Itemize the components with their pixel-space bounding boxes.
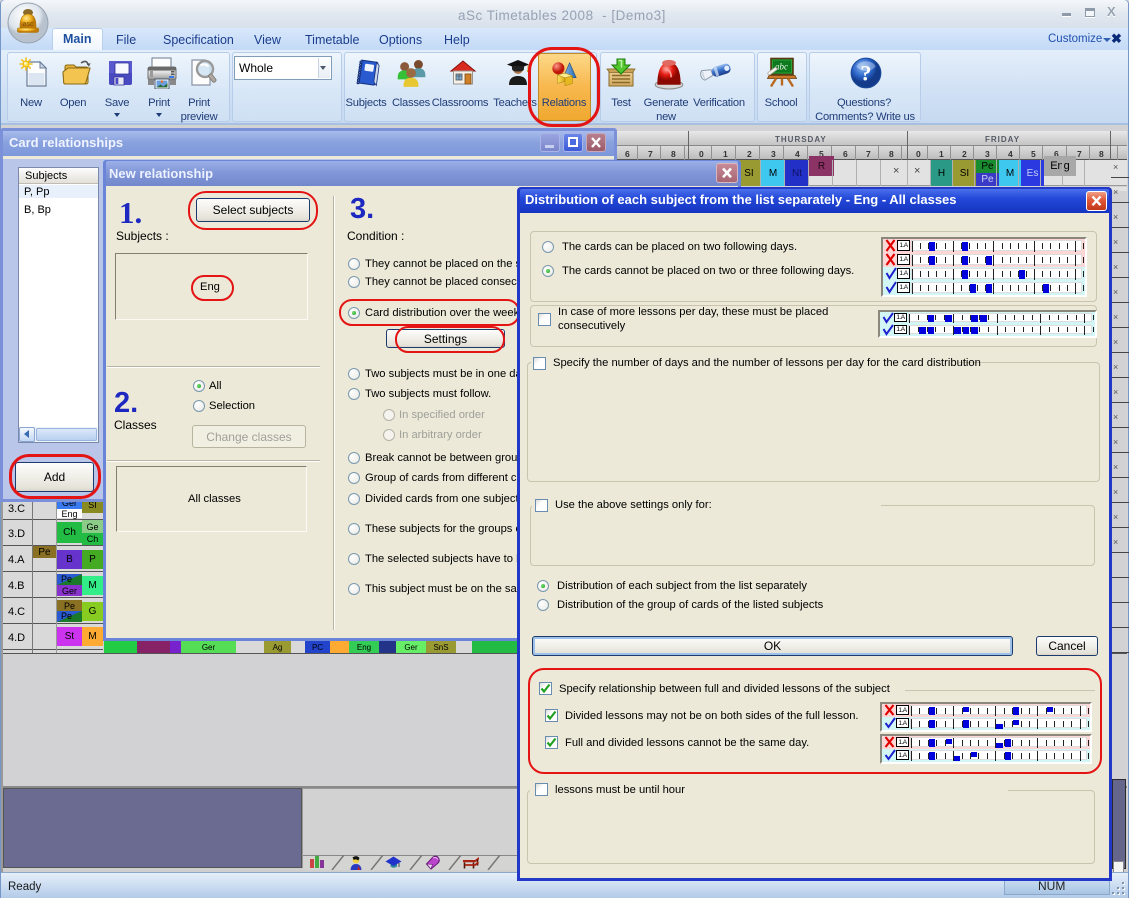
svg-text:?: ? <box>860 60 871 85</box>
svg-text:asc: asc <box>23 21 34 28</box>
